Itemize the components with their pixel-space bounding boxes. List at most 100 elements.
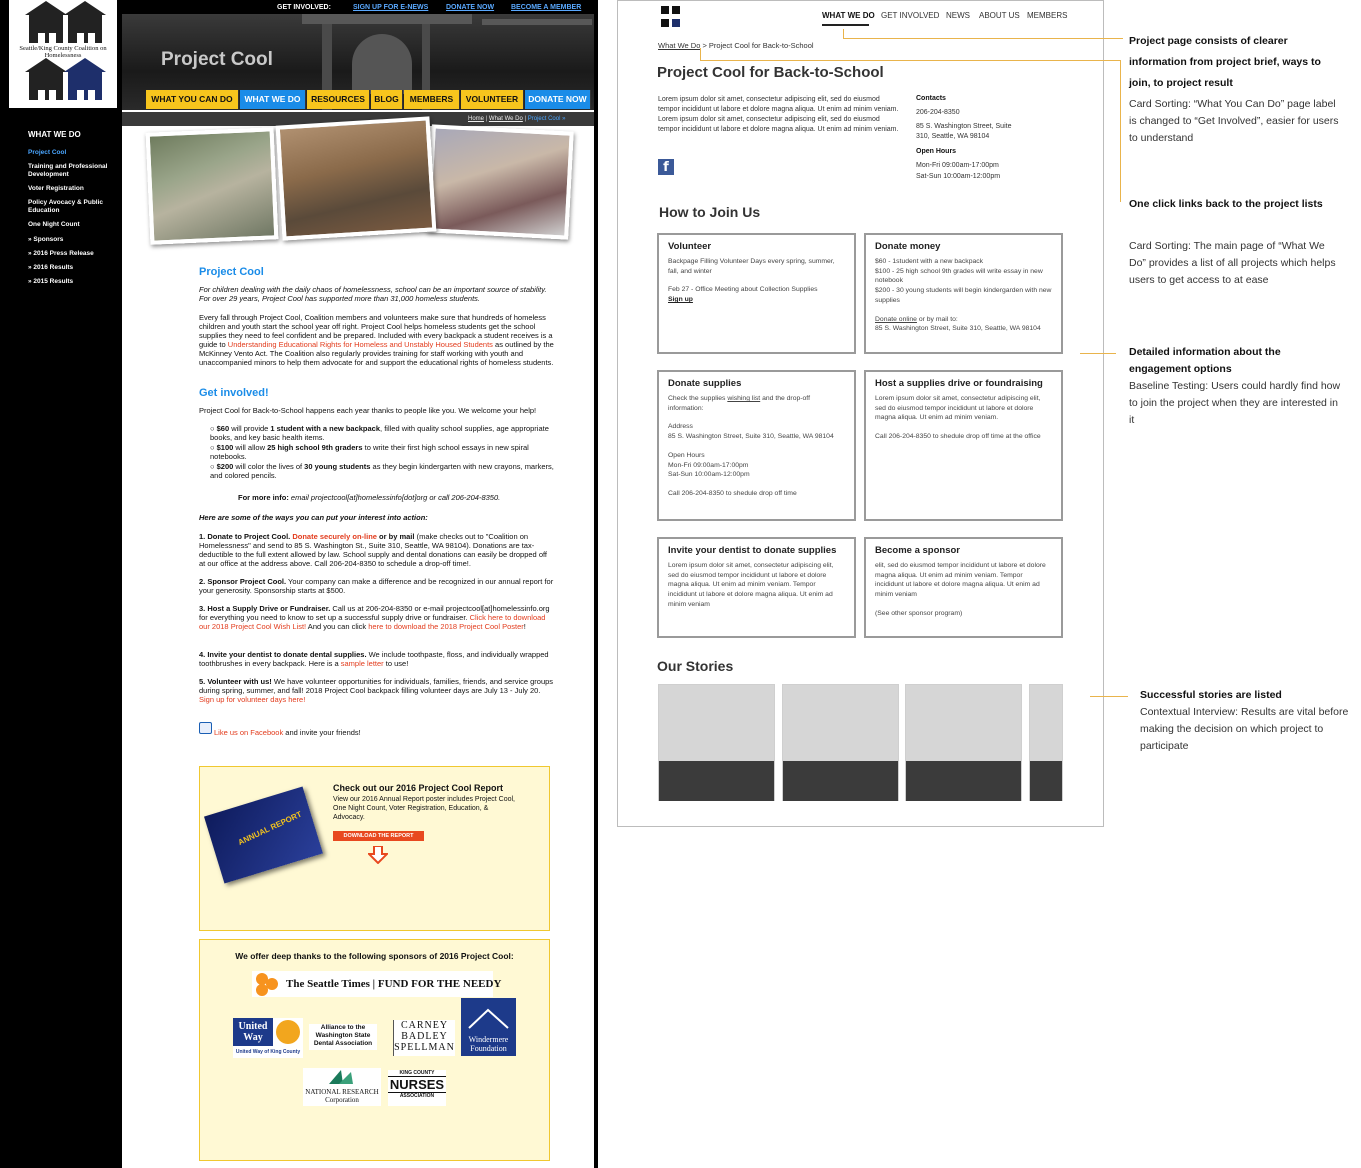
- annotation-connector: [1120, 60, 1121, 202]
- hero-title: Project Cool: [161, 49, 273, 70]
- seattle-times-text: The Seattle Times | FUND FOR THE NEEDY: [286, 978, 502, 990]
- signup-enews-link[interactable]: SIGN UP FOR E-NEWS: [353, 4, 428, 11]
- card-body: Lorem ipsum dolor sit amet, consectetur …: [875, 394, 1053, 442]
- story-card[interactable]: [782, 684, 899, 801]
- download-report-button[interactable]: DOWNLOAD THE REPORT: [333, 831, 424, 841]
- donate-now-link[interactable]: DONATE NOW: [446, 4, 494, 11]
- coalition-logo[interactable]: Seattle/King County Coalition on Homeles…: [9, 0, 117, 108]
- card-title: Invite your dentist to donate supplies: [668, 545, 837, 556]
- nav-what-you-can-do[interactable]: WHAT YOU CAN DO: [146, 90, 239, 109]
- sidebar-item-one-night-count[interactable]: One Night Count: [28, 221, 120, 229]
- wf-nav-members[interactable]: MEMBERS: [1027, 11, 1067, 20]
- sample-letter-link[interactable]: sample letter: [341, 659, 384, 668]
- sidebar-item-press-release[interactable]: » 2016 Press Release: [28, 250, 120, 258]
- card-body: Backpage Filling Volunteer Days every sp…: [668, 257, 846, 305]
- way-4: 4. Invite your dentist to donate dental …: [199, 650, 554, 668]
- card-become-sponsor[interactable]: Become a sponsor elit, sed do eiusmod te…: [864, 537, 1063, 638]
- way-title: 1. Donate to Project Cool.: [199, 532, 291, 541]
- card-donate-money[interactable]: Donate money $60 - 1student with a new b…: [864, 233, 1063, 354]
- logo-house-icon: [672, 19, 680, 27]
- donate-online-link[interactable]: Donate online: [875, 316, 917, 323]
- wireframe-logo[interactable]: [658, 3, 687, 29]
- alliance-logo[interactable]: Alliance to the Washington State Dental …: [309, 1024, 377, 1050]
- nav-resources[interactable]: RESOURCES: [307, 90, 370, 109]
- donate-online-link[interactable]: Donate securely on-line: [290, 532, 377, 541]
- kc-nurses-logo[interactable]: KING COUNTY NURSES ASSOCIATION: [388, 1070, 446, 1106]
- breadcrumb-home[interactable]: Home: [468, 116, 484, 122]
- nav-members[interactable]: MEMBERS: [404, 90, 460, 109]
- windermere-text: Windermere Foundation: [468, 1035, 509, 1053]
- nav-donate-now[interactable]: DONATE NOW: [525, 90, 591, 109]
- sidebar-item-sponsors[interactable]: » Sponsors: [28, 236, 120, 244]
- sidebar-item-project-cool[interactable]: Project Cool: [28, 149, 120, 157]
- volunteer-signup-link[interactable]: Sign up: [668, 296, 693, 303]
- card-line: $200 - 30 young students will begin kind…: [875, 287, 1052, 304]
- wf-nav-about-us[interactable]: ABOUT US: [979, 11, 1020, 20]
- nav-volunteer[interactable]: VOLUNTEER: [461, 90, 524, 109]
- report-title: Check out our 2016 Project Cool Report: [333, 783, 504, 793]
- card-title: Donate supplies: [668, 378, 742, 389]
- card-volunteer[interactable]: Volunteer Backpage Filling Volunteer Day…: [657, 233, 856, 354]
- breadcrumb-what-we-do[interactable]: What We Do: [489, 116, 523, 122]
- card-donate-supplies[interactable]: Donate supplies Check the supplies wishi…: [657, 370, 856, 521]
- story-card[interactable]: [1029, 684, 1063, 801]
- wf-hours-weekday: Mon-Fri 09:00am-17:00pm: [916, 162, 999, 169]
- sidebar-item-voter-registration[interactable]: Voter Registration: [28, 185, 120, 193]
- poster-link[interactable]: here to download the 2018 Project Cool P…: [368, 622, 524, 631]
- annotation-connector: [1080, 353, 1116, 354]
- card-line: 85 S. Washington Street, Suite 310, Seat…: [875, 325, 1041, 333]
- way-title: 4. Invite your dentist to donate dental …: [199, 650, 367, 659]
- kc-nurses-top: KING COUNTY: [388, 1070, 446, 1077]
- nav-what-we-do[interactable]: WHAT WE DO: [240, 90, 306, 109]
- card-invite-dentist[interactable]: Invite your dentist to donate supplies L…: [657, 537, 856, 638]
- wf-breadcrumb-link[interactable]: What We Do: [658, 41, 700, 50]
- way-title: 2. Sponsor Project Cool.: [199, 577, 287, 586]
- card-text: Check the supplies: [668, 395, 728, 402]
- wf-nav-news[interactable]: NEWS: [946, 11, 970, 20]
- card-title: Host a supplies drive or foundraising: [875, 378, 1043, 389]
- united-way-logo[interactable]: United Way United Way of King County: [233, 1018, 303, 1058]
- card-line: $60 - 1student with a new backpack: [875, 258, 984, 265]
- logo-text: Seattle/King County Coalition on Homeles…: [19, 45, 107, 59]
- intro-paragraph: Every fall through Project Cool, Coaliti…: [199, 313, 554, 367]
- way-3: 3. Host a Supply Drive or Fundraiser. Ca…: [199, 604, 554, 631]
- nav-blog[interactable]: BLOG: [371, 90, 403, 109]
- intro-italic: For children dealing with the daily chao…: [199, 285, 547, 303]
- facebook-link[interactable]: Like us on Facebook: [214, 728, 283, 737]
- wf-nav-get-involved[interactable]: GET INVOLVED: [881, 11, 939, 20]
- way-bold: or by mail: [376, 532, 415, 541]
- wf-contacts-label: Contacts: [916, 95, 946, 102]
- sidebar-item-2015-results[interactable]: » 2015 Results: [28, 278, 120, 286]
- facebook-like-icon[interactable]: [199, 722, 212, 734]
- wf-nav-active-underline: [822, 24, 869, 26]
- sidebar-item-2016-results[interactable]: » 2016 Results: [28, 264, 120, 272]
- educational-rights-link[interactable]: Understanding Educational Rights for Hom…: [228, 340, 493, 349]
- national-research-logo[interactable]: NATIONAL RESEARCH Corporation: [303, 1068, 381, 1106]
- card-line: Sat-Sun 10:00am-12:00pm: [668, 471, 750, 479]
- nrc-leaf-icon: [329, 1070, 353, 1084]
- facebook-line: Like us on Facebook and invite your frie…: [214, 728, 514, 737]
- story-card[interactable]: [658, 684, 775, 801]
- card-host-drive[interactable]: Host a supplies drive or foundraising Lo…: [864, 370, 1063, 521]
- card-line: $100 - 25 high school 9th grades will wr…: [875, 267, 1043, 285]
- wf-nav-what-we-do[interactable]: WHAT WE DO: [822, 11, 875, 20]
- facebook-icon[interactable]: f: [658, 159, 674, 175]
- volunteer-signup-link[interactable]: Sign up for volunteer days here!: [199, 695, 305, 704]
- card-line: Check the supplies wishing list and the …: [668, 394, 846, 413]
- windermere-logo[interactable]: Windermere Foundation: [461, 998, 516, 1056]
- annotation-connector: [843, 29, 844, 38]
- sidebar-item-policy[interactable]: Policy Avocacy & Public Education: [28, 199, 120, 215]
- donation-bold: 30 young students: [304, 462, 371, 471]
- logo-house-icon: [64, 58, 106, 100]
- nrc-text: NATIONAL RESEARCH Corporation: [305, 1088, 379, 1104]
- logo-house-icon: [661, 6, 669, 14]
- story-card[interactable]: [905, 684, 1022, 801]
- annotation-3-body: Baseline Testing: Users could hardly fin…: [1129, 380, 1341, 426]
- photo-backpacks: [275, 116, 437, 241]
- sidebar-item-training[interactable]: Training and Professional Development: [28, 163, 120, 179]
- carney-badley-logo[interactable]: CARNEY BADLEY SPELLMAN: [393, 1020, 455, 1056]
- seattle-times-logo[interactable]: The Seattle Times | FUND FOR THE NEEDY: [252, 971, 501, 997]
- card-body: elit, sed do eiusmod tempor incididunt u…: [875, 561, 1053, 619]
- wishing-list-link[interactable]: wishing list: [727, 395, 760, 402]
- become-member-link[interactable]: BECOME A MEMBER: [511, 4, 581, 11]
